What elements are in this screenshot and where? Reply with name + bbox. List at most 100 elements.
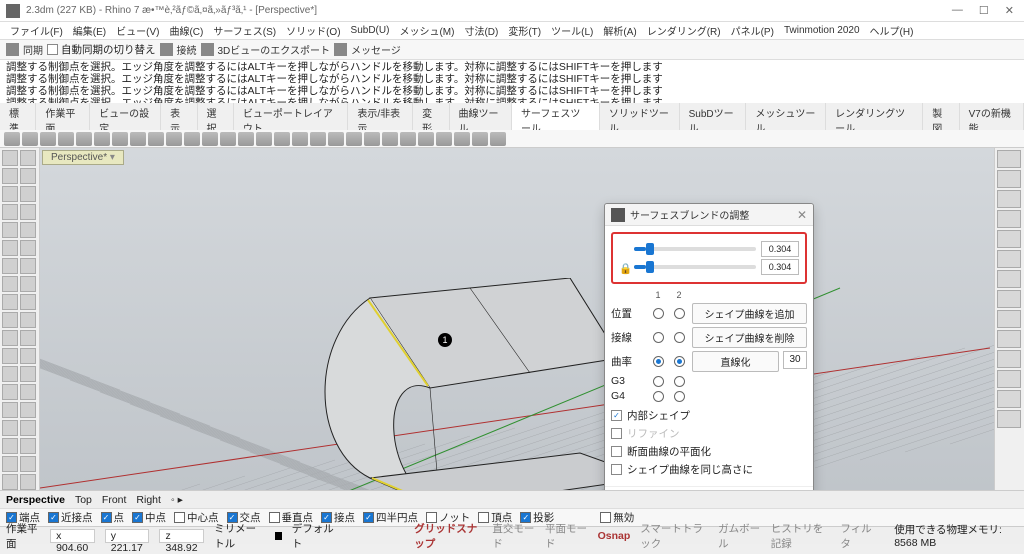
status-toggle[interactable]: グリッドスナップ — [414, 521, 482, 551]
tool-button[interactable] — [2, 240, 18, 256]
tool-button[interactable] — [20, 222, 36, 238]
snap-check[interactable] — [174, 512, 185, 523]
ribbon-button[interactable] — [364, 132, 380, 146]
snap-check[interactable] — [363, 512, 374, 523]
lock-icon[interactable]: 🔒 — [619, 262, 629, 272]
connect-icon[interactable] — [160, 43, 173, 56]
radio-2-2[interactable] — [674, 356, 685, 367]
dialog-titlebar[interactable]: サーフェスブレンドの調整 ✕ — [605, 204, 813, 226]
menu-item[interactable]: 寸法(D) — [460, 23, 502, 38]
ribbon-button[interactable] — [112, 132, 128, 146]
tool-button[interactable] — [2, 474, 18, 490]
menu-item[interactable]: レンダリング(R) — [643, 23, 725, 38]
snap-none[interactable] — [600, 512, 611, 523]
tool-button[interactable] — [2, 312, 18, 328]
ribbon-button[interactable] — [184, 132, 200, 146]
linearize-button[interactable]: 直線化 — [692, 351, 779, 372]
menu-item[interactable]: ソリッド(O) — [282, 23, 344, 38]
ribbon-button[interactable] — [220, 132, 236, 146]
sync-button[interactable]: 同期 — [23, 42, 43, 57]
menu-item[interactable]: ヘルプ(H) — [866, 23, 918, 38]
handle-1[interactable]: 1 — [438, 333, 452, 347]
menu-item[interactable]: サーフェス(S) — [209, 23, 280, 38]
panel-button[interactable] — [997, 270, 1021, 288]
dialog-close-icon[interactable]: ✕ — [797, 208, 807, 222]
ribbon-button[interactable] — [292, 132, 308, 146]
close-button[interactable]: ✕ — [1005, 4, 1014, 17]
menu-item[interactable]: ツール(L) — [547, 23, 597, 38]
ribbon-button[interactable] — [490, 132, 506, 146]
snap-check[interactable] — [101, 512, 112, 523]
panel-button[interactable] — [997, 210, 1021, 228]
snap-check[interactable] — [48, 512, 59, 523]
tool-button[interactable] — [2, 456, 18, 472]
tool-button[interactable] — [20, 366, 36, 382]
maximize-button[interactable]: ☐ — [979, 4, 989, 17]
tool-button[interactable] — [20, 294, 36, 310]
status-toggle[interactable]: ガムボール — [718, 521, 761, 551]
tool-button[interactable] — [2, 150, 18, 166]
message-button[interactable]: メッセージ — [351, 42, 401, 57]
ribbon-button[interactable] — [382, 132, 398, 146]
panel-button[interactable] — [997, 230, 1021, 248]
tool-button[interactable] — [2, 222, 18, 238]
tool-button[interactable] — [2, 330, 18, 346]
tool-button[interactable] — [20, 330, 36, 346]
ribbon-button[interactable] — [436, 132, 452, 146]
panel-button[interactable] — [997, 310, 1021, 328]
tool-button[interactable] — [2, 258, 18, 274]
tool-button[interactable] — [20, 402, 36, 418]
export-button[interactable]: 3Dビューのエクスポート — [218, 42, 330, 57]
tool-button[interactable] — [2, 204, 18, 220]
menu-item[interactable]: SubD(U) — [347, 25, 394, 36]
planar-check[interactable] — [611, 446, 622, 457]
tool-button[interactable] — [20, 150, 36, 166]
ribbon-button[interactable] — [22, 132, 38, 146]
status-toggle[interactable]: Osnap — [598, 530, 631, 542]
shape-curve-btn[interactable]: シェイプ曲線を追加 — [692, 303, 807, 324]
autosync-button[interactable]: 自動同期の切り替え — [47, 42, 156, 57]
ribbon-button[interactable] — [310, 132, 326, 146]
refine-check[interactable] — [611, 428, 622, 439]
panel-button[interactable] — [997, 150, 1021, 168]
ribbon-button[interactable] — [346, 132, 362, 146]
ribbon-button[interactable] — [40, 132, 56, 146]
value-1[interactable]: 0.304 — [761, 241, 799, 257]
panel-button[interactable] — [997, 290, 1021, 308]
panel-button[interactable] — [997, 170, 1021, 188]
status-toggle[interactable]: フィルタ — [840, 521, 874, 551]
snap-check[interactable] — [269, 512, 280, 523]
tool-button[interactable] — [2, 402, 18, 418]
tool-button[interactable] — [20, 276, 36, 292]
panel-button[interactable] — [997, 410, 1021, 428]
tool-button[interactable] — [20, 456, 36, 472]
tool-button[interactable] — [20, 240, 36, 256]
tool-button[interactable] — [20, 384, 36, 400]
radio-2-4[interactable] — [674, 391, 685, 402]
tool-button[interactable] — [20, 186, 36, 202]
tool-button[interactable] — [20, 168, 36, 184]
status-toggle[interactable]: 平面モード — [545, 521, 588, 551]
radio-1-2[interactable] — [653, 356, 664, 367]
linearize-n[interactable]: 30 — [783, 351, 807, 369]
ribbon-button[interactable] — [400, 132, 416, 146]
tool-button[interactable] — [2, 186, 18, 202]
tool-button[interactable] — [20, 312, 36, 328]
value-2[interactable]: 0.304 — [761, 259, 799, 275]
viewport-tab[interactable]: Front — [102, 494, 127, 506]
tool-button[interactable] — [20, 474, 36, 490]
ribbon-button[interactable] — [94, 132, 110, 146]
tool-button[interactable] — [20, 348, 36, 364]
panel-button[interactable] — [997, 370, 1021, 388]
viewport-tab[interactable]: Right — [136, 494, 161, 506]
radio-2-3[interactable] — [674, 376, 685, 387]
radio-2-0[interactable] — [674, 308, 685, 319]
tool-button[interactable] — [2, 276, 18, 292]
ribbon-button[interactable] — [202, 132, 218, 146]
panel-button[interactable] — [997, 350, 1021, 368]
sync-icon[interactable] — [6, 43, 19, 56]
menu-item[interactable]: メッシュ(M) — [395, 23, 458, 38]
menu-item[interactable]: ファイル(F) — [6, 23, 67, 38]
minimize-button[interactable]: — — [952, 4, 963, 17]
menu-item[interactable]: 曲線(C) — [165, 23, 207, 38]
